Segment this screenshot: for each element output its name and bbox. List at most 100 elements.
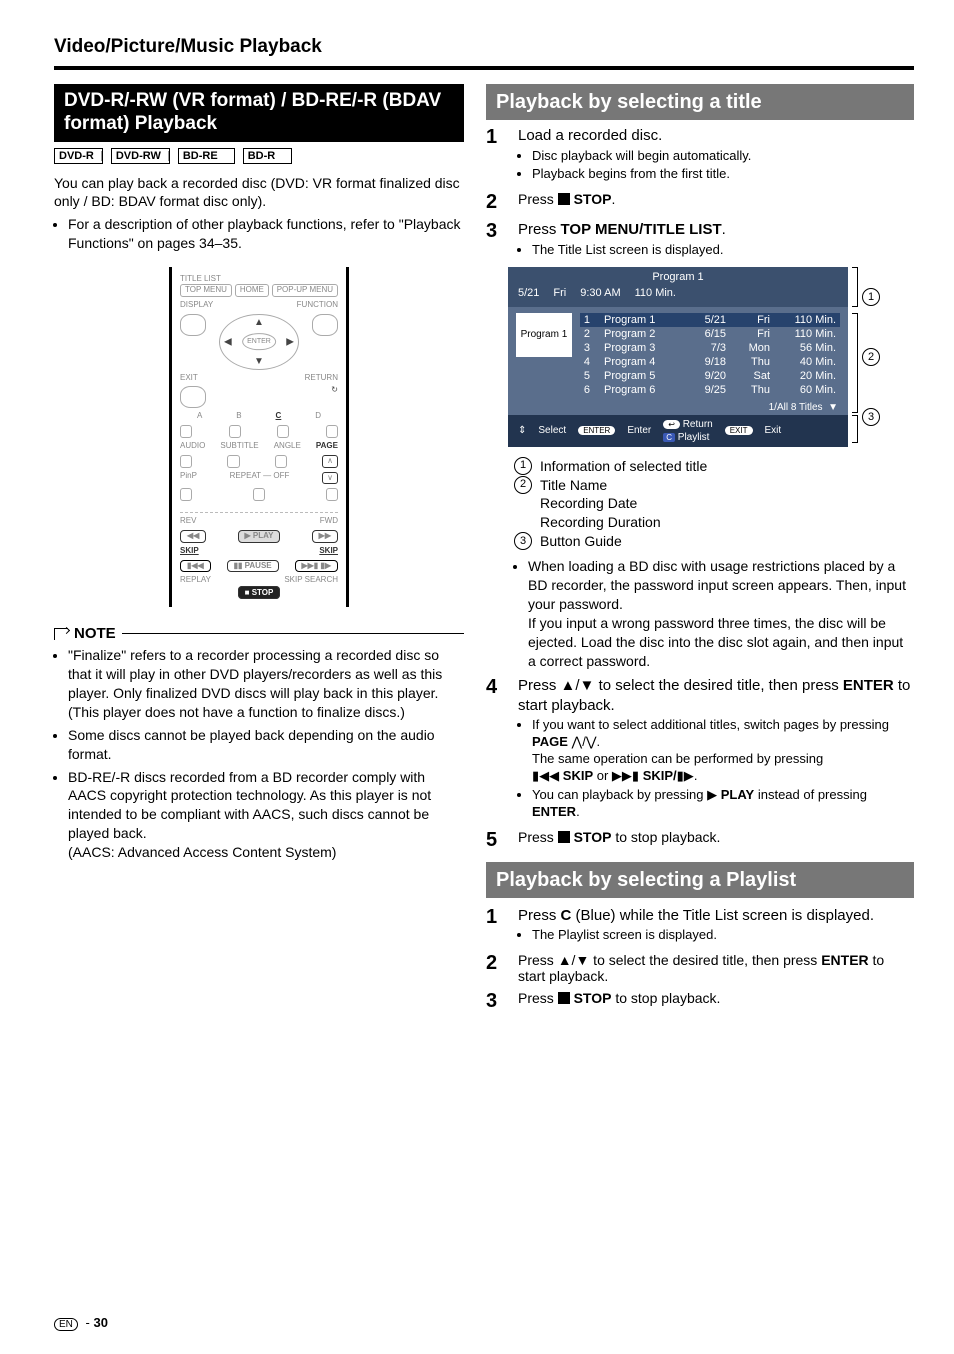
remote-return: RETURN xyxy=(305,374,338,383)
remote-c-btn xyxy=(277,425,289,438)
remote-subtitle: SUBTITLE xyxy=(220,442,258,451)
remote-pinp: PinP xyxy=(180,472,197,485)
tl-row-2: 2 Program 26/15Fri110 Min. xyxy=(580,327,840,341)
footer-page: 30 xyxy=(93,1315,107,1330)
remote-audio-btn xyxy=(180,455,192,468)
remote-angle: ANGLE xyxy=(274,442,301,451)
remote-stop-btn: ■ STOP xyxy=(238,586,281,599)
badge-bd-r: BD-R xyxy=(243,148,293,164)
step-4: Press / to select the desired title, the… xyxy=(518,676,914,715)
remote-repeat-btn xyxy=(253,488,265,501)
remote-skip-fwd-btn: ▶▶▮ ▮▶ xyxy=(295,560,338,573)
section-title-left: DVD-R/-RW (VR format) / BD-RE/-R (BDAV f… xyxy=(54,84,464,142)
remote-fwd: FWD xyxy=(320,517,338,526)
remote-function-btn xyxy=(312,314,338,336)
tl-info-date: 5/21 xyxy=(518,287,539,299)
section-playback-playlist: Playback by selecting a Playlist xyxy=(486,862,914,898)
remote-a-btn xyxy=(180,425,192,438)
legend-1-num: 1 xyxy=(514,457,532,475)
legend-3: Button Guide xyxy=(540,532,622,551)
step-4-sub-1: If you want to select additional titles,… xyxy=(532,717,914,785)
legend-2-num: 2 xyxy=(514,476,532,494)
step-2: Press STOP. xyxy=(518,191,914,214)
tl-heading: Program 1 xyxy=(518,271,838,283)
remote-audio: AUDIO xyxy=(180,442,205,451)
page-down-icon xyxy=(586,734,597,749)
tl-exit-icon: EXIT xyxy=(725,426,753,435)
title-list-screen: Program 1 5/21 Fri 9:30 AM 110 Min. Prog… xyxy=(508,267,848,447)
remote-b: B xyxy=(236,412,241,421)
pl-step-2-num: 2 xyxy=(486,952,508,984)
tl-return: Return xyxy=(683,419,713,430)
note-1: "Finalize" refers to a recorder processi… xyxy=(68,646,464,722)
step-3-num: 3 xyxy=(486,220,508,260)
page-header: Video/Picture/Music Playback xyxy=(54,36,914,66)
pl-step-2: Press / to select the desired title, the… xyxy=(518,952,914,984)
remote-display: DISPLAY xyxy=(180,301,213,310)
tl-info-time: 9:30 AM xyxy=(580,287,620,299)
bd-note: When loading a BD disc with usage restri… xyxy=(528,557,914,670)
intro-text: You can play back a recorded disc (DVD: … xyxy=(54,174,464,212)
remote-exit: EXIT xyxy=(180,374,198,383)
pl-step-1: Press C (Blue) while the Title List scre… xyxy=(518,906,914,926)
intro-bullet: For a description of other playback func… xyxy=(68,215,464,253)
step-1-sub-2: Playback begins from the first title. xyxy=(532,166,914,183)
tl-row-3: 3 Program 37/3Mon56 Min. xyxy=(580,341,840,355)
skip-fwd-icon xyxy=(612,768,639,783)
tl-updown-icon: ⇕ xyxy=(518,425,526,436)
aacs-line: (AACS: Advanced Access Content System) xyxy=(68,844,336,860)
remote-function: FUNCTION xyxy=(297,301,338,310)
remote-skip-l: SKIP xyxy=(180,547,199,556)
footer-lang: EN xyxy=(54,1318,78,1331)
skip-back-icon xyxy=(532,768,559,783)
callout-3: 3 xyxy=(862,408,880,426)
tl-row-6: 6 Program 69/25Thu60 Min. xyxy=(580,383,840,397)
note-icon xyxy=(54,628,68,640)
remote-repeat: REPEAT xyxy=(230,471,261,480)
pl-step-1-sub: The Playlist screen is displayed. xyxy=(532,927,914,944)
step-2-num: 2 xyxy=(486,191,508,214)
up-icon xyxy=(561,677,576,694)
tl-info-day: Fri xyxy=(553,287,566,299)
remote-display-btn xyxy=(180,314,206,336)
note-3: BD-RE/-R discs recorded from a BD record… xyxy=(68,768,464,862)
remote-exit-btn xyxy=(180,386,206,408)
step-5: Press STOP to stop playback. xyxy=(518,829,914,852)
step-5-num: 5 xyxy=(486,829,508,852)
remote-d: D xyxy=(315,412,321,421)
remote-top-menu: TOP MENU xyxy=(180,284,232,297)
remote-pause-btn: ▮▮ PAUSE xyxy=(227,560,279,573)
bd-note-2: If you input a wrong password three time… xyxy=(528,615,903,669)
callout-1: 1 xyxy=(862,288,880,306)
remote-page: PAGE xyxy=(316,442,338,451)
step-3-sub: The Title List screen is displayed. xyxy=(532,242,914,259)
tl-enter: Enter xyxy=(627,425,651,436)
tl-playlist-icon: C xyxy=(663,433,675,442)
remote-skipsearch: SKIP SEARCH xyxy=(284,576,338,585)
remote-skip-r: SKIP xyxy=(319,547,338,556)
remote-dpad: ▲ ▼ ◀ ▶ ENTER xyxy=(219,314,299,370)
legend-2a: Title Name xyxy=(540,477,607,493)
tl-exit: Exit xyxy=(765,425,782,436)
remote-play-btn: ▶ PLAY xyxy=(238,530,281,543)
down-icon-2 xyxy=(575,952,589,968)
note-rule xyxy=(122,633,464,634)
remote-title-list: TITLE LIST xyxy=(180,275,338,284)
disc-badges: DVD-R DVD-RW BD-RE BD-R xyxy=(54,148,464,164)
pl-step-1-num: 1 xyxy=(486,906,508,946)
section-playback-title: Playback by selecting a title xyxy=(486,84,914,120)
remote-fwd-btn: ▶▶ xyxy=(312,530,338,543)
chapter-fwd-icon: ▮▶ xyxy=(677,768,694,783)
tl-thumbnail: Program 1 xyxy=(516,313,572,357)
step-1: Load a recorded disc. xyxy=(518,126,914,146)
remote-b-btn xyxy=(229,425,241,438)
step-3: Press TOP MENU/TITLE LIST. xyxy=(518,220,914,240)
tl-enter-icon: ENTER xyxy=(578,426,615,435)
remote-angle-btn xyxy=(275,455,287,468)
up-icon-2 xyxy=(558,952,572,968)
dpad-right-icon: ▶ xyxy=(286,336,294,347)
stop-icon-3 xyxy=(558,992,570,1004)
legend-2b: Recording Date xyxy=(540,495,637,511)
remote-page-down-btn: ∨ xyxy=(322,472,338,485)
legend-1: Information of selected title xyxy=(540,457,707,476)
